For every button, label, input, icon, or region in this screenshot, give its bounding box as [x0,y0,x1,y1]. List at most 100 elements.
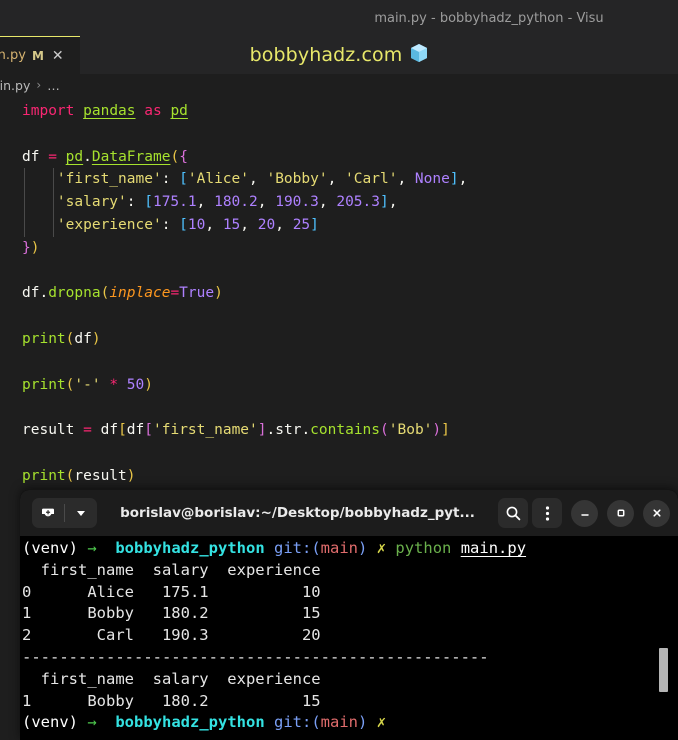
terminal-text: ( [311,713,321,732]
maximize-icon[interactable] [607,499,634,527]
code-token: ) [91,330,101,347]
minimize-icon[interactable] [571,499,598,527]
indent-guide [24,168,25,192]
window-title: main.py - bobbyhadz_python - Visu [374,10,604,26]
line-blank-4 [22,351,678,374]
terminal-text: → [87,539,97,557]
term-row-0: 0 Alice 175.1 10 [22,582,678,604]
code-token: , [205,216,223,233]
code-token: 15 [222,216,241,233]
code-token: , [318,194,337,211]
terminal-output[interactable]: (venv) → bobbyhadz_python git:(main) ✗ p… [20,536,678,740]
close-icon[interactable]: ✕ [52,49,64,63]
code-token: 'first_name' [153,422,258,439]
ice-cube-icon [410,43,428,67]
line-blank-1 [22,123,678,146]
editor-tab-main-py[interactable]: in.py M ✕ [0,36,80,74]
indent-guide [53,213,54,237]
terminal-title: borislav@borislav:~/Desktop/bobbyhadz_py… [120,505,475,521]
breadcrumb-symbol[interactable]: … [47,78,60,93]
code-token: . [83,148,92,165]
terminal-text: ) [358,713,368,732]
chevron-down-icon[interactable] [65,498,97,528]
terminal-scrollbar[interactable] [659,648,668,692]
code-token: , [249,171,267,188]
close-icon[interactable] [643,499,670,527]
line-df-assign: df = pd.DataFrame({ [22,146,678,169]
terminal-text: git: [274,713,312,732]
code-token: } [22,239,31,256]
terminal-text: ) [358,539,368,557]
term-header-1: first_name salary experience [22,560,678,582]
tab-label: in.py [0,48,26,63]
line-blank-2 [22,260,678,283]
line-blank-3 [22,305,678,328]
indent-guide [53,191,54,214]
terminal-text: bobbyhadz_python [115,713,265,732]
line-blank-5 [22,396,678,419]
code-token: 50 [126,376,145,393]
code-token: , [275,216,293,233]
kebab-menu-icon[interactable] [532,498,562,528]
code-token: [ [179,216,188,233]
code-token: * [109,376,119,393]
code-token: , [458,171,468,188]
breadcrumb: ain.py › … [0,74,678,96]
search-icon[interactable] [498,498,528,528]
code-token: 25 [292,216,311,233]
line-df-close: }) [22,237,678,260]
code-token: 10 [187,216,206,233]
terminal-text: first_name salary experience [22,560,321,579]
code-token: ] [449,171,459,188]
code-token: result [74,467,127,484]
terminal-titlebar: borislav@borislav:~/Desktop/bobbyhadz_py… [20,490,678,536]
terminal-text: ✗ [376,539,387,557]
code-token: 175.1 [152,194,197,211]
banner-text: bobbyhadz.com [249,44,403,66]
terminal-text: python [395,539,452,557]
code-token: ) [144,376,153,393]
code-token: contains [310,422,381,439]
code-token: 'Alice' [187,171,249,188]
term-separator: ----------------------------------------… [22,647,678,669]
code-token: 20 [257,216,276,233]
terminal-text: 1 Bobby 180.2 15 [22,691,321,710]
chevron-right-icon: › [36,78,42,92]
code-token: [ [144,422,153,439]
code-token: = [83,422,92,439]
code-token: 190.3 [275,194,319,211]
code-token: 'Carl' [345,171,398,188]
code-token: 'experience' [56,216,162,233]
terminal-text: main [320,713,358,732]
code-token: . [266,422,276,439]
code-token: ) [126,467,136,484]
code-token: : [126,194,136,211]
line-print-result: print(result) [22,465,678,488]
indent-guide [24,213,25,237]
code-token: True [179,285,215,302]
terminal-add-icon[interactable] [32,498,64,528]
code-token: , [388,194,398,211]
terminal-text: → [87,713,97,732]
line-print-sep: print('-' * 50) [22,374,678,397]
terminal-text: 1 Bobby 180.2 15 [22,604,321,623]
code-token: inplace [109,285,171,302]
code-token: ) [432,422,442,439]
code-token: 'Bob' [388,422,433,439]
code-token: as [144,103,162,119]
terminal-window-controls [498,498,670,528]
line-print-df: print(df) [22,328,678,351]
code-token: ) [214,285,223,302]
code-token: print [22,467,66,484]
code-token: df [22,285,40,302]
term-prompt-1: (venv) → bobbyhadz_python git:(main) ✗ p… [22,538,678,560]
terminal-text: git: [274,539,312,557]
breadcrumb-file[interactable]: ain.py [0,78,30,93]
